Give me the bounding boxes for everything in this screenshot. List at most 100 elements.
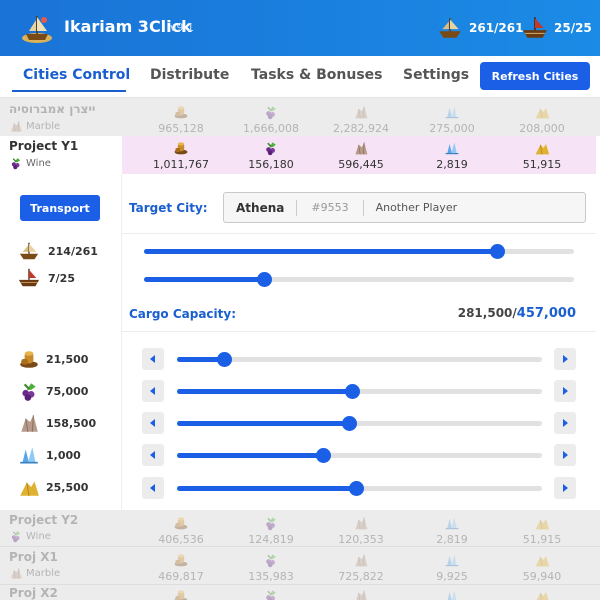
crystal-amount: 1,000: [46, 448, 81, 462]
crystal-slider-handle[interactable]: [316, 448, 331, 463]
crystal-increase-button[interactable]: [554, 444, 576, 466]
city-product: Wine: [9, 156, 51, 170]
wood-icon: [173, 588, 189, 600]
sulfur-slider-handle[interactable]: [348, 481, 364, 496]
city-row-selected[interactable]: Project Y1 Wine 1,011,767 156,180 596,44…: [0, 136, 600, 174]
wine-increase-button[interactable]: [554, 380, 576, 402]
sulfur-slider[interactable]: [177, 481, 542, 496]
chevron-right-icon: [560, 450, 570, 460]
wine-slider-fill: [177, 389, 353, 394]
divider: [122, 233, 596, 234]
crystal-icon: [444, 515, 460, 531]
city-sulfur: 59,940: [502, 552, 582, 583]
cargo-used: 281,500/: [457, 306, 517, 320]
app-version: v9.1: [170, 21, 195, 34]
city-row[interactable]: ייצרן אמברוסיה Marble 965,128 1,666,008 …: [0, 98, 600, 136]
city-crystal: [412, 588, 492, 600]
city-name: Proj X2: [9, 586, 58, 600]
sulfur-icon: [534, 515, 550, 531]
cargo-total: 457,000: [516, 306, 576, 321]
war-ships-available: 7/25: [18, 267, 75, 289]
wood-icon: [18, 348, 40, 370]
wine-icon: [263, 140, 279, 156]
cargo-ships-slider[interactable]: [144, 244, 574, 259]
city-name: ייצרן אמברוסיה: [9, 102, 96, 116]
target-city-field[interactable]: Athena #9553 Another Player: [223, 192, 586, 223]
city-wood: 965,128: [141, 104, 221, 135]
marble-amount: 158,500: [46, 416, 97, 430]
header-war-ships-value: 25/25: [554, 21, 592, 35]
wood-icon: [173, 515, 189, 531]
refresh-cities-button[interactable]: Refresh Cities: [480, 62, 590, 90]
chevron-right-icon: [560, 386, 570, 396]
war-ship-icon: [522, 15, 548, 41]
city-product-label: Marble: [26, 120, 61, 132]
marble-slider[interactable]: [177, 416, 542, 431]
city-row[interactable]: Project Y2 Wine 406,536 124,819 120,353 …: [0, 510, 600, 546]
wood-slider-handle[interactable]: [217, 352, 233, 367]
sulfur-decrease-button[interactable]: [142, 477, 164, 499]
marble-decrease-button[interactable]: [142, 412, 164, 434]
war-ship-icon: [18, 267, 40, 289]
city-crystal: 9,925: [412, 552, 492, 583]
war-ships-slider[interactable]: [144, 272, 574, 287]
wine-slider[interactable]: [177, 384, 542, 399]
chevron-right-icon: [560, 483, 570, 493]
header-cargo-ships-value: 261/261: [469, 21, 524, 35]
city-product: Wine: [9, 529, 51, 543]
chevron-right-icon: [560, 418, 570, 428]
wine-slider-handle[interactable]: [345, 384, 361, 399]
city-crystal: 2,819: [412, 515, 492, 546]
city-row[interactable]: Proj X1 Marble 469,817 135,983 725,822 9…: [0, 546, 600, 584]
tab-tasks-bonuses[interactable]: Tasks & Bonuses: [251, 67, 383, 83]
chevron-left-icon: [148, 386, 158, 396]
cargo-capacity-label: Cargo Capacity:: [129, 307, 237, 321]
crystal-icon: [444, 552, 460, 568]
sulfur-slider-fill: [177, 486, 356, 491]
city-wine: 156,180: [231, 140, 311, 171]
transport-button[interactable]: Transport: [20, 195, 100, 221]
marble-increase-button[interactable]: [554, 412, 576, 434]
city-wood: 1,011,767: [141, 140, 221, 171]
target-city-id: #9553: [311, 201, 349, 214]
cargo-ships-slider-handle[interactable]: [489, 244, 505, 259]
wood-decrease-button[interactable]: [142, 348, 164, 370]
wood-to-send: 21,500: [18, 348, 88, 370]
sulfur-icon: [534, 552, 550, 568]
marble-icon: [9, 119, 23, 133]
city-wine: 124,819: [231, 515, 311, 546]
city-row[interactable]: Proj X2: [0, 584, 600, 600]
city-name: Project Y2: [9, 513, 79, 527]
marble-icon: [353, 140, 369, 156]
tab-settings[interactable]: Settings: [403, 67, 469, 83]
sulfur-increase-button[interactable]: [554, 477, 576, 499]
marble-slider-handle[interactable]: [341, 416, 357, 431]
city-sulfur: 208,000: [502, 104, 582, 135]
wood-increase-button[interactable]: [554, 348, 576, 370]
crystal-slider-fill: [177, 453, 323, 458]
war-ships-count: 7/25: [48, 271, 75, 285]
city-marble: 725,822: [321, 552, 401, 583]
marble-icon: [353, 552, 369, 568]
chevron-left-icon: [148, 450, 158, 460]
war-ships-slider-handle[interactable]: [257, 272, 273, 287]
marble-icon: [353, 515, 369, 531]
crystal-icon: [444, 588, 460, 600]
crystal-slider[interactable]: [177, 448, 542, 463]
wine-decrease-button[interactable]: [142, 380, 164, 402]
crystal-to-send: 1,000: [18, 444, 81, 466]
city-crystal: 275,000: [412, 104, 492, 135]
city-sulfur: 51,915: [502, 515, 582, 546]
wine-amount: 75,000: [46, 384, 89, 398]
tab-cities-control[interactable]: Cities Control: [23, 67, 130, 83]
wood-amount: 21,500: [46, 352, 89, 366]
wine-icon: [9, 156, 23, 170]
city-crystal: 2,819: [412, 140, 492, 171]
wine-icon: [18, 380, 40, 402]
marble-slider-fill: [177, 421, 349, 426]
wood-slider[interactable]: [177, 352, 542, 367]
wood-icon: [173, 140, 189, 156]
sulfur-to-send: 25,500: [18, 476, 88, 498]
tab-distribute[interactable]: Distribute: [150, 67, 229, 83]
crystal-decrease-button[interactable]: [142, 444, 164, 466]
